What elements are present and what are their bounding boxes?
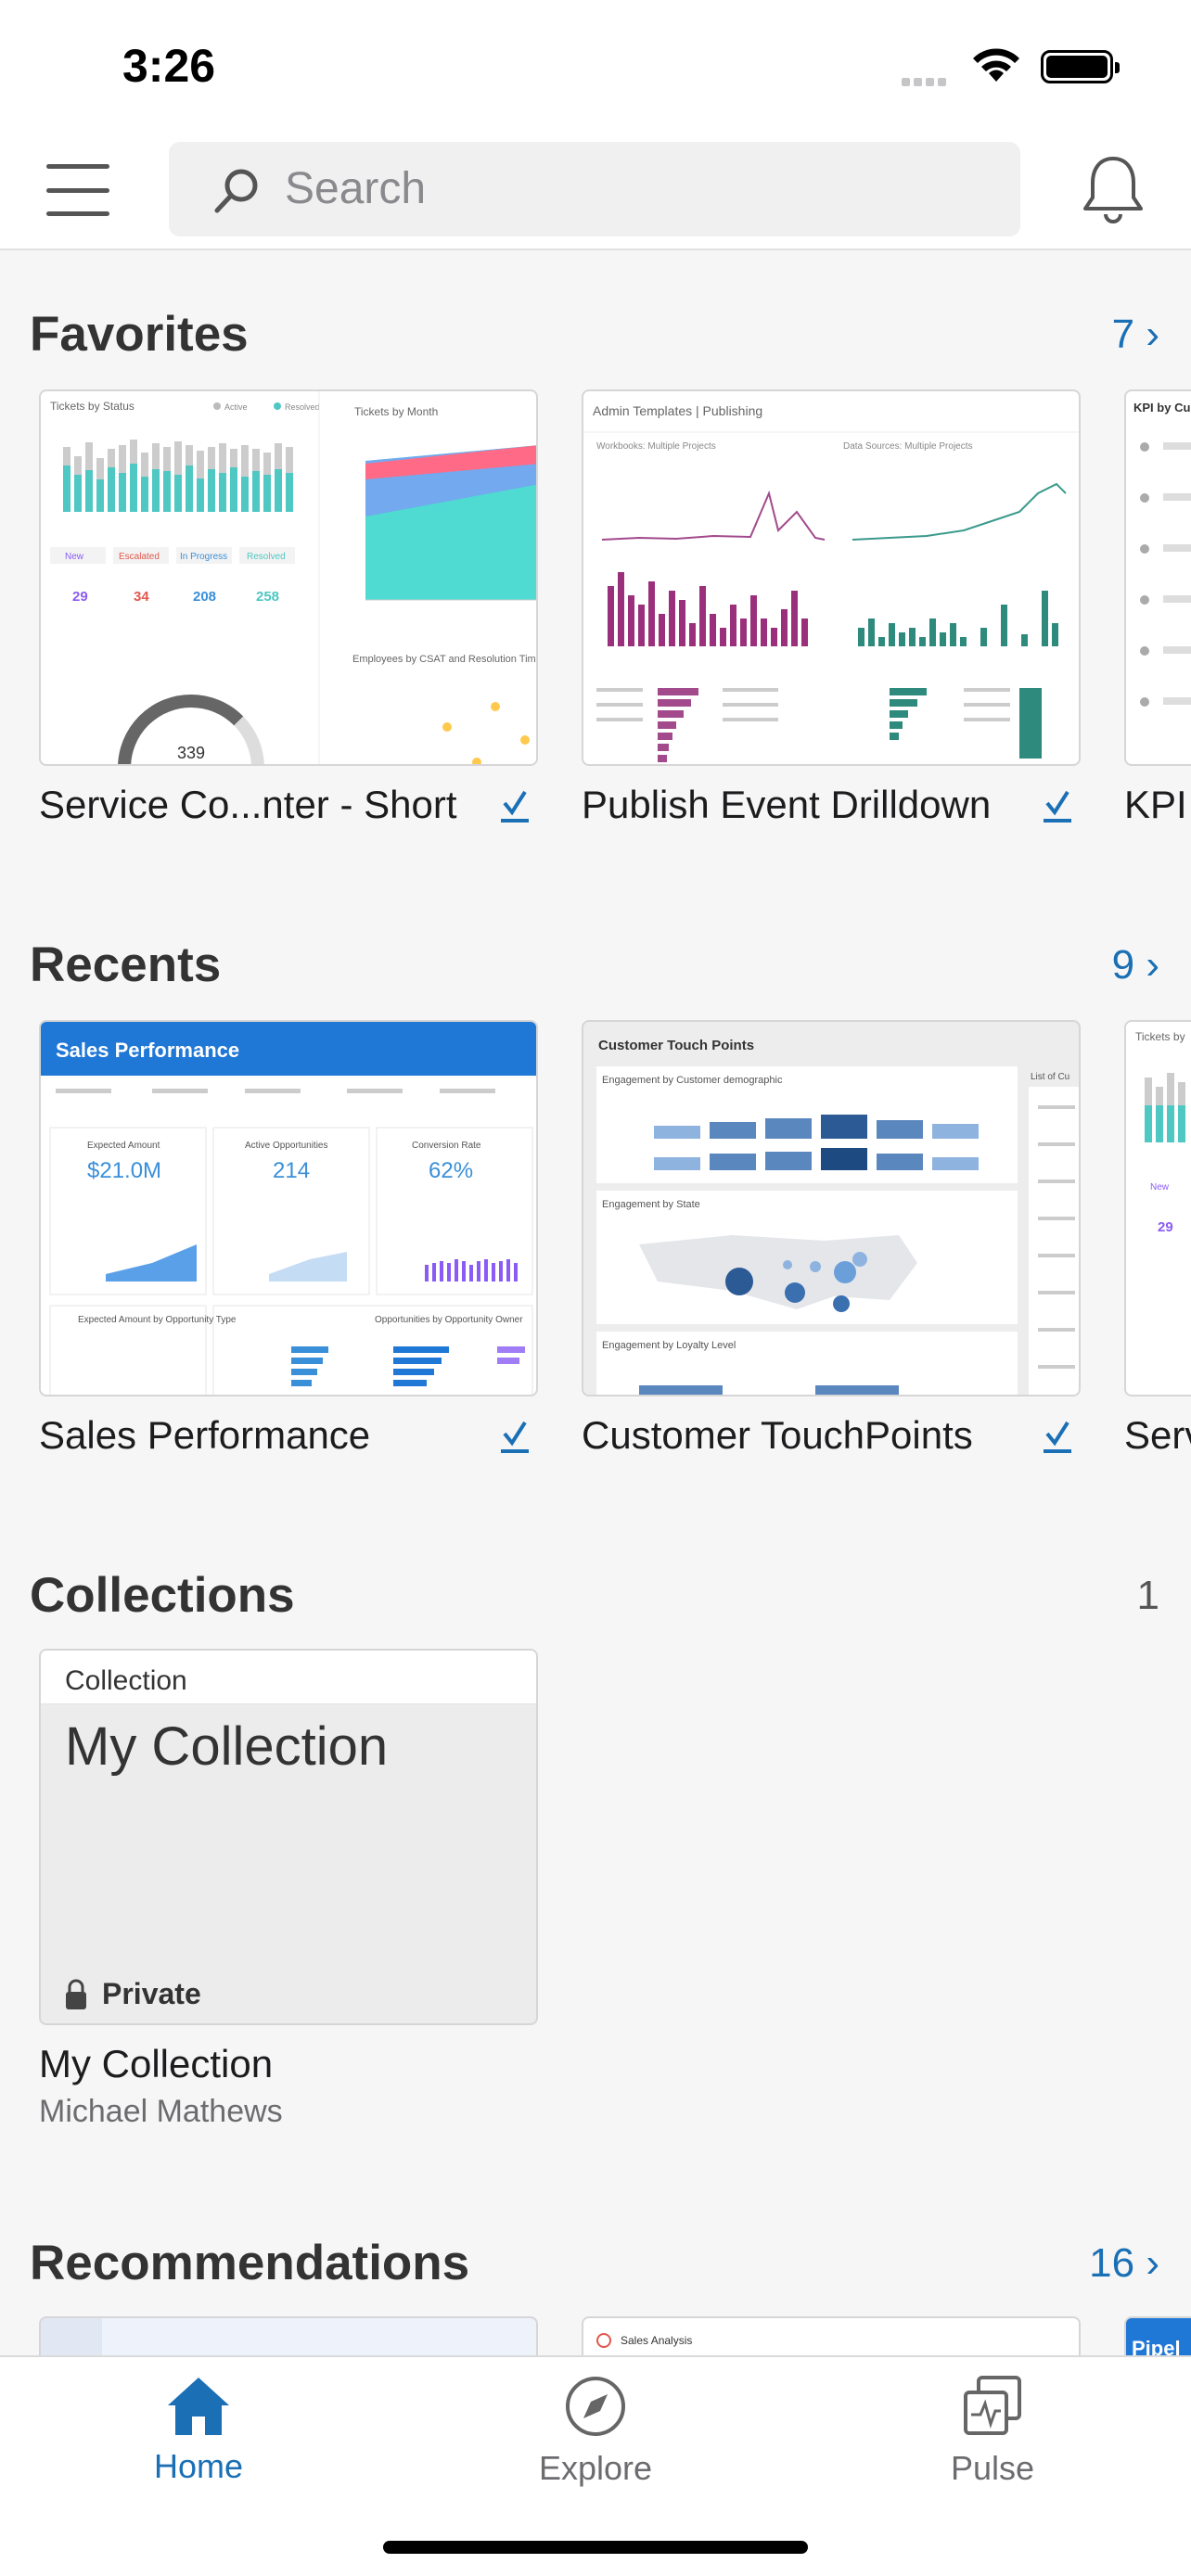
collection-type-badge: Collection (41, 1651, 536, 1704)
svg-text:258: 258 (256, 589, 279, 605)
svg-text:Escalated: Escalated (119, 552, 160, 562)
svg-text:29: 29 (72, 589, 88, 605)
svg-text:Tickets by Status: Tickets by Status (50, 400, 134, 413)
favorite-check-icon[interactable] (1042, 788, 1073, 823)
card-label: KPI by Customer (1124, 783, 1191, 826)
card-label: Service Center (1124, 1413, 1191, 1457)
svg-text:Tickets by Month: Tickets by Month (354, 405, 438, 418)
tab-home-label: Home (153, 2447, 244, 2485)
thumbnail-service-center-recent: Tickets by New 29 (1124, 1020, 1191, 1396)
card-label: Publish Event Drilldown (582, 783, 992, 826)
search-bar[interactable] (169, 142, 1020, 236)
collection-owner: Michael Mathews (39, 2094, 283, 2129)
top-bar (0, 134, 1191, 250)
tab-pulse[interactable]: Pulse (881, 2374, 1104, 2488)
tab-home[interactable]: Home (87, 2374, 310, 2486)
battery-icon (1041, 50, 1120, 83)
recent-card-service-center[interactable]: Tickets by New 29 Service Center (1124, 1020, 1191, 1469)
svg-text:Expected Amount by Opportunity: Expected Amount by Opportunity Type (78, 1315, 237, 1325)
favorite-card-publish-event[interactable]: Admin Templates | Publishing Workbooks: … (582, 389, 1081, 838)
home-icon (168, 2378, 229, 2435)
svg-text:62%: 62% (429, 1158, 473, 1183)
collections-title: Collections (30, 1568, 295, 1623)
svg-text:Data Sources: Multiple Project: Data Sources: Multiple Projects (843, 441, 973, 452)
recents-see-all-link[interactable]: 9 › (1112, 942, 1159, 988)
thumbnail-sales-performance: Sales Performance Expected Amount $21.0M… (39, 1020, 538, 1396)
svg-text:In Progress: In Progress (180, 552, 227, 562)
svg-text:Resolved: Resolved (247, 552, 286, 562)
collection-thumbnail: Collection My Collection Private (39, 1649, 538, 2025)
home-indicator (383, 2541, 808, 2554)
favorites-see-all-link[interactable]: 7 › (1112, 312, 1159, 358)
favorite-card-service-center[interactable]: Tickets by Status Active Resolved New Es… (39, 389, 538, 838)
svg-text:Admin Templates | Publishing: Admin Templates | Publishing (593, 403, 762, 418)
tab-explore-label: Explore (538, 2449, 653, 2487)
svg-text:List of Cu: List of Cu (1031, 1072, 1069, 1082)
collection-name: My Collection (65, 1716, 389, 1777)
svg-text:Resolved: Resolved (285, 402, 320, 412)
favorite-check-icon[interactable] (499, 788, 531, 823)
pulse-icon (964, 2376, 1021, 2435)
search-input[interactable] (285, 160, 990, 216)
collection-label: My Collection (39, 2042, 274, 2085)
wifi-icon (973, 48, 1019, 82)
card-label: Sales Performance (39, 1413, 371, 1457)
status-bar: 3:26 (0, 0, 1191, 134)
svg-text:Customer Touch Points: Customer Touch Points (598, 1038, 754, 1053)
recent-card-sales-performance[interactable]: Sales Performance Expected Amount $21.0M… (39, 1020, 538, 1469)
notifications-bell-icon[interactable] (1081, 153, 1146, 223)
svg-text:Active Opportunities: Active Opportunities (245, 1141, 328, 1151)
svg-text:Employees by CSAT and Resoluti: Employees by CSAT and Resolution Time (352, 654, 538, 665)
recent-card-customer-touchpoints[interactable]: Customer Touch Points List of Cu Engagem… (582, 1020, 1081, 1469)
svg-text:Sales Analysis: Sales Analysis (621, 2334, 692, 2347)
tab-bar: Home Explore Pulse (0, 2355, 1191, 2576)
svg-text:New: New (1150, 1182, 1170, 1192)
svg-text:Engagement by Loyalty Level: Engagement by Loyalty Level (602, 1340, 736, 1351)
status-time: 3:26 (122, 40, 216, 92)
card-label: Customer TouchPoints (582, 1413, 973, 1457)
svg-text:Engagement by Customer demogra: Engagement by Customer demographic (602, 1075, 783, 1086)
svg-text:Expected Amount: Expected Amount (87, 1141, 160, 1151)
collections-count: 1 (1136, 1573, 1159, 1618)
svg-text:New: New (65, 552, 84, 562)
compass-icon (566, 2377, 625, 2436)
lock-icon (66, 1979, 86, 2009)
favorite-check-icon[interactable] (499, 1419, 531, 1454)
svg-text:$21.0M: $21.0M (87, 1158, 161, 1183)
thumbnail-customer-touchpoints: Customer Touch Points List of Cu Engagem… (582, 1020, 1081, 1396)
svg-text:Workbooks: Multiple Projects: Workbooks: Multiple Projects (596, 441, 716, 452)
recommendations-see-all-link[interactable]: 16 › (1089, 2240, 1159, 2287)
svg-text:214: 214 (273, 1158, 310, 1183)
svg-text:29: 29 (1158, 1219, 1173, 1235)
recommendations-title: Recommendations (30, 2236, 470, 2290)
thumbnail-service-center: Tickets by Status Active Resolved New Es… (39, 389, 538, 766)
svg-text:208: 208 (193, 589, 216, 605)
privacy-label: Private (102, 1977, 201, 2010)
tab-pulse-label: Pulse (950, 2449, 1035, 2487)
tab-explore[interactable]: Explore (484, 2374, 707, 2488)
thumbnail-publish-event: Admin Templates | Publishing Workbooks: … (582, 389, 1081, 766)
hamburger-menu-icon[interactable] (46, 164, 109, 216)
svg-text:Active: Active (224, 402, 248, 412)
favorite-check-icon[interactable] (1042, 1419, 1073, 1454)
favorite-card-kpi[interactable]: KPI by Cu KPI by Customer (1124, 389, 1191, 838)
recents-title: Recents (30, 937, 222, 992)
svg-text:34: 34 (134, 589, 149, 605)
svg-text:KPI by Cu: KPI by Cu (1133, 401, 1190, 414)
svg-text:339: 339 (177, 744, 205, 762)
svg-text:Opportunities by Opportunity O: Opportunities by Opportunity Owner (375, 1315, 523, 1325)
search-icon (214, 169, 258, 213)
svg-text:Tickets by: Tickets by (1135, 1030, 1185, 1043)
card-label: Service Co...nter - Short (39, 783, 457, 826)
collection-privacy: Private (65, 1977, 201, 2011)
favorites-title: Favorites (30, 307, 249, 362)
svg-text:Engagement by State: Engagement by State (602, 1199, 700, 1210)
svg-text:Sales Performance: Sales Performance (56, 1039, 239, 1062)
svg-text:Conversion Rate: Conversion Rate (412, 1141, 481, 1151)
cellular-signal-icon (902, 74, 950, 91)
collection-card-my-collection[interactable]: Collection My Collection Private My Coll… (39, 1649, 538, 2130)
thumbnail-kpi: KPI by Cu (1124, 389, 1191, 766)
